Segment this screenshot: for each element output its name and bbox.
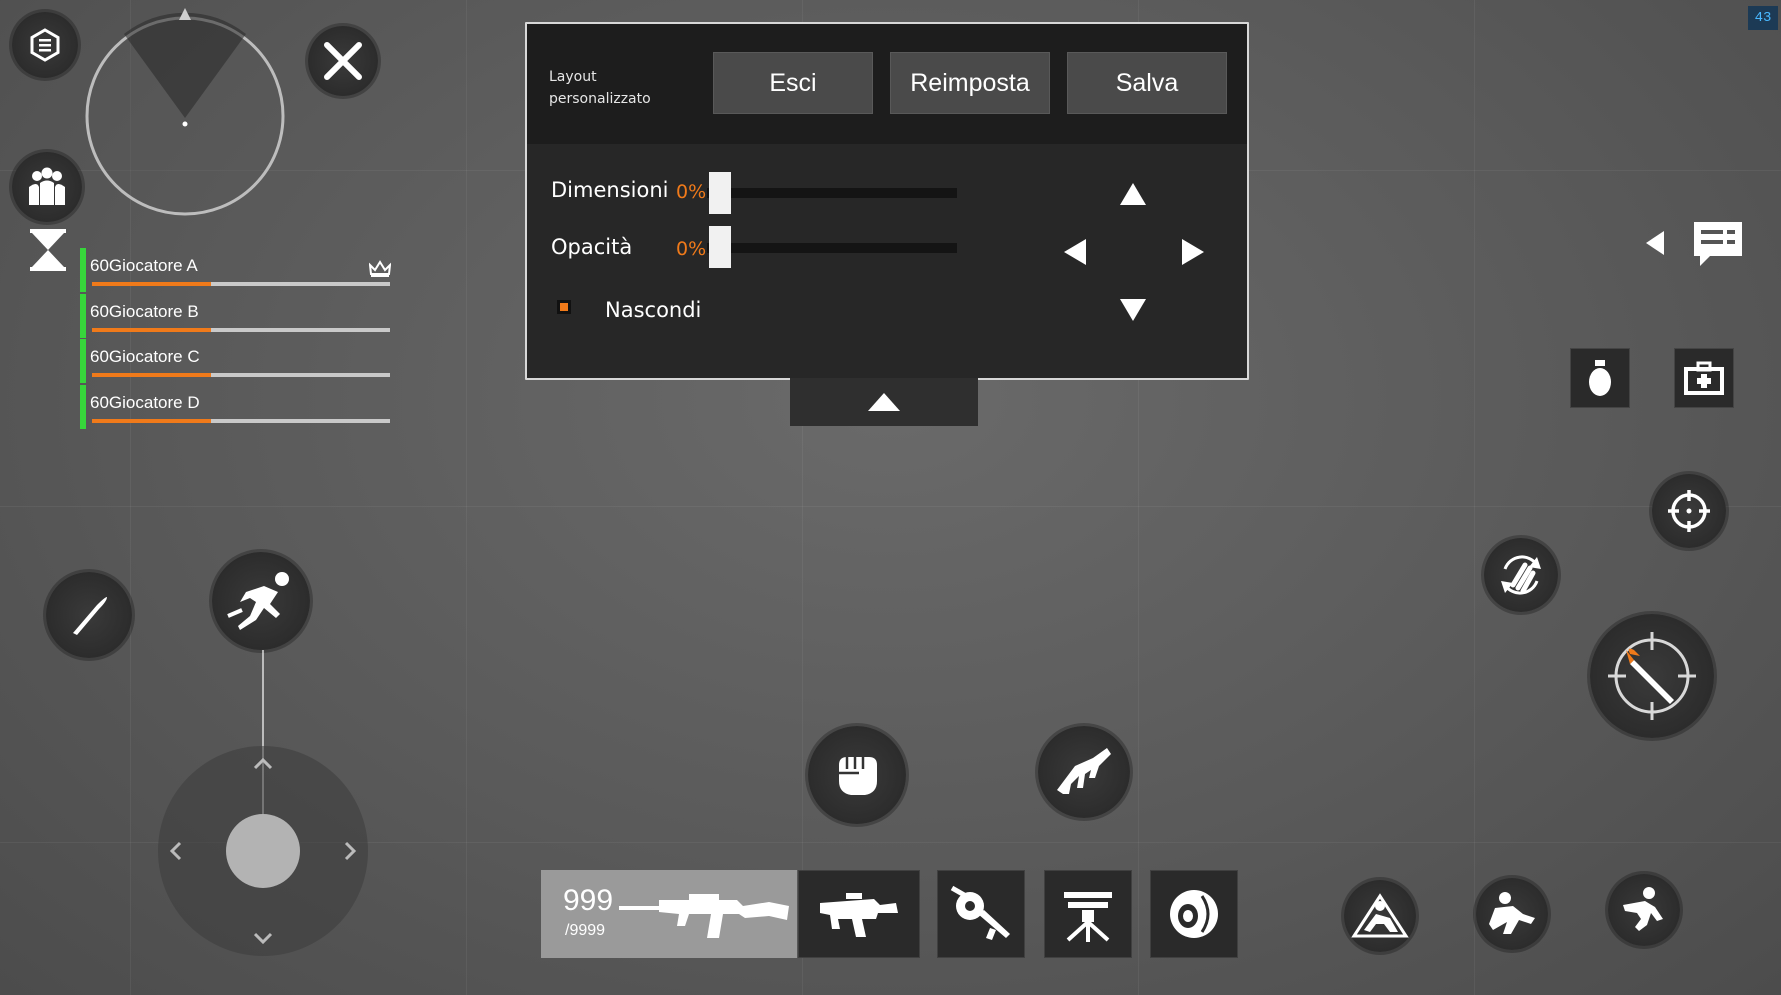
health-bar xyxy=(92,419,390,423)
movement-joystick[interactable] xyxy=(158,746,368,956)
crown-icon xyxy=(369,260,391,277)
prone-button[interactable] xyxy=(1344,880,1416,952)
panel-header: Layout personalizzato Esci Reimposta Sal… xyxy=(527,24,1247,144)
close-icon xyxy=(324,42,362,80)
grenade-button[interactable] xyxy=(1570,348,1630,408)
move-right-button[interactable] xyxy=(1181,238,1205,266)
hide-checkbox[interactable] xyxy=(557,300,571,314)
panel-title: Layout personalizzato xyxy=(549,69,651,107)
team-indicator xyxy=(80,294,86,338)
team-button[interactable] xyxy=(12,152,82,222)
medkit-button[interactable] xyxy=(1674,348,1734,408)
grab-icon xyxy=(1057,748,1111,794)
player-name: 60Giocatore C xyxy=(90,347,200,366)
fire-button[interactable] xyxy=(1590,614,1714,738)
player-name: 60Giocatore A xyxy=(90,256,198,275)
health-bar xyxy=(92,373,390,377)
team-indicator xyxy=(80,248,86,292)
joystick-thumb[interactable] xyxy=(226,814,300,888)
menu-button[interactable] xyxy=(12,12,78,78)
turret-slot[interactable] xyxy=(1044,870,1132,958)
fire-icon xyxy=(1608,632,1696,720)
health-fill xyxy=(92,328,212,332)
secondary-weapon-slot[interactable] xyxy=(798,870,920,958)
team-member[interactable]: 60Giocatore B xyxy=(80,294,390,338)
prone-icon xyxy=(1351,893,1409,938)
fps-counter: 43 xyxy=(1748,6,1778,30)
menu-icon xyxy=(30,28,60,62)
health-bar xyxy=(92,282,390,286)
team-member[interactable]: 60Giocatore A xyxy=(80,248,391,292)
sprint-icon xyxy=(227,572,289,630)
checkbox-mark xyxy=(560,303,568,311)
close-button[interactable] xyxy=(308,26,378,96)
medkit-icon xyxy=(1684,361,1724,395)
size-slider-thumb[interactable] xyxy=(709,172,731,214)
melee-knife-button[interactable] xyxy=(46,572,132,658)
health-fill xyxy=(92,373,212,377)
turret-icon xyxy=(1064,892,1112,942)
chat-button[interactable] xyxy=(1692,220,1744,268)
size-label: Dimensioni xyxy=(551,178,669,202)
primary-weapon-slot[interactable]: 999 /9999 xyxy=(541,870,797,958)
hourglass-icon xyxy=(28,228,68,272)
crosshair-icon xyxy=(1668,490,1710,532)
ammo-reserve: /9999 xyxy=(565,922,606,939)
player-name: 60Giocatore D xyxy=(90,393,200,412)
smg-icon xyxy=(820,893,898,937)
move-up-button[interactable] xyxy=(1119,182,1147,206)
save-button[interactable]: Salva xyxy=(1067,52,1227,114)
move-left-button[interactable] xyxy=(1063,238,1087,266)
chat-icon xyxy=(1694,222,1742,266)
hide-label: Nascondi xyxy=(605,298,702,322)
assault-rifle-icon xyxy=(619,894,789,938)
health-fill xyxy=(92,419,212,423)
crouch-button[interactable] xyxy=(1476,878,1548,950)
collapse-arrow-icon[interactable] xyxy=(1645,230,1665,256)
reload-button[interactable] xyxy=(1484,538,1558,612)
shield-device-icon xyxy=(1170,890,1218,938)
team-indicator xyxy=(80,339,86,383)
custom-layout-panel: Layout personalizzato Esci Reimposta Sal… xyxy=(525,22,1249,380)
grenade-launcher-icon xyxy=(950,885,1010,940)
team-member[interactable]: 60Giocatore C xyxy=(80,339,390,383)
team-indicator xyxy=(80,385,86,429)
player-name: 60Giocatore B xyxy=(90,302,199,321)
minimap[interactable] xyxy=(84,6,286,216)
team-member[interactable]: 60Giocatore D xyxy=(80,385,390,429)
chevron-up-icon xyxy=(868,393,900,411)
opacity-value: 0% xyxy=(676,238,707,260)
reset-button[interactable]: Reimposta xyxy=(890,52,1050,114)
opacity-label: Opacità xyxy=(551,235,633,259)
size-slider[interactable] xyxy=(707,188,957,198)
crouch-icon xyxy=(1489,892,1535,934)
aim-button[interactable] xyxy=(1652,474,1726,548)
grenade-icon xyxy=(1589,360,1611,396)
move-down-button[interactable] xyxy=(1119,298,1147,322)
health-fill xyxy=(92,282,212,286)
punch-icon xyxy=(839,757,877,795)
ammo-count: 999 xyxy=(563,884,614,917)
launcher-slot[interactable] xyxy=(937,870,1025,958)
knife-icon xyxy=(73,597,107,635)
team-icon xyxy=(29,167,65,205)
sprint-button[interactable] xyxy=(212,552,310,650)
reload-icon xyxy=(1501,555,1541,595)
opacity-slider[interactable] xyxy=(707,243,957,253)
shield-slot[interactable] xyxy=(1150,870,1238,958)
jump-icon xyxy=(1623,887,1663,931)
grab-button[interactable] xyxy=(1038,726,1130,818)
jump-button[interactable] xyxy=(1608,874,1680,946)
health-bar xyxy=(92,328,390,332)
punch-button[interactable] xyxy=(808,726,906,824)
opacity-slider-thumb[interactable] xyxy=(709,226,731,268)
collapse-panel-button[interactable] xyxy=(790,378,978,426)
exit-button[interactable]: Esci xyxy=(713,52,873,114)
size-value: 0% xyxy=(676,181,707,203)
